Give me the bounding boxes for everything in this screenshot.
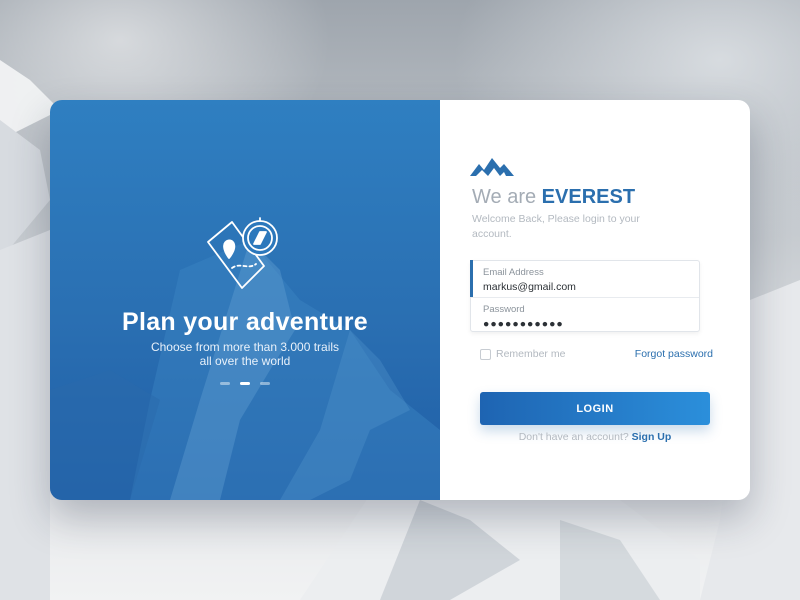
forgot-password-link[interactable]: Forgot password xyxy=(635,348,713,360)
password-label: Password xyxy=(483,304,525,315)
brand-name: EVEREST xyxy=(541,186,636,208)
welcome-text: Welcome Back, Please login to your accou… xyxy=(472,213,640,240)
mountain-logo-icon xyxy=(470,158,514,176)
remember-me-label[interactable]: Remember me xyxy=(496,348,565,360)
brand-heading: We are EVEREST xyxy=(472,186,635,209)
email-field[interactable]: Email Address markus@gmail.com xyxy=(470,260,699,297)
brand-prefix: We are xyxy=(472,186,542,208)
slide-indicators xyxy=(220,382,270,385)
sign-up-link[interactable]: Sign Up xyxy=(632,431,672,443)
hero-subtitle: Choose from more than 3.000 trails all o… xyxy=(145,340,345,368)
signup-prompt: Don't have an account? Sign Up xyxy=(480,431,710,443)
hero-mountain-art xyxy=(50,240,440,500)
hero-subtitle-line2: all over the world xyxy=(199,354,291,368)
hero-subtitle-line1: Choose from more than 3.000 trails xyxy=(150,340,340,354)
email-input[interactable]: markus@gmail.com xyxy=(483,281,699,293)
map-compass-icon xyxy=(207,217,278,289)
credentials-fieldset: Email Address markus@gmail.com Password … xyxy=(470,260,700,332)
login-card: Plan your adventure Choose from more tha… xyxy=(50,100,750,500)
login-button[interactable]: LOGIN xyxy=(480,392,710,425)
slide-dot-3[interactable] xyxy=(260,382,270,385)
password-input[interactable]: ●●●●●●●●●●● xyxy=(483,318,699,330)
hero-panel: Plan your adventure Choose from more tha… xyxy=(50,100,440,500)
hero-title: Plan your adventure xyxy=(121,308,369,336)
login-panel: We are EVEREST Welcome Back, Please logi… xyxy=(440,100,750,500)
signup-prompt-text: Don't have an account? xyxy=(518,431,629,443)
remember-me[interactable]: Remember me xyxy=(480,348,565,360)
slide-dot-2[interactable] xyxy=(240,382,250,385)
slide-dot-1[interactable] xyxy=(220,382,230,385)
password-field[interactable]: Password ●●●●●●●●●●● xyxy=(471,297,699,333)
remember-me-checkbox[interactable] xyxy=(480,348,491,360)
email-label: Email Address xyxy=(483,267,544,278)
